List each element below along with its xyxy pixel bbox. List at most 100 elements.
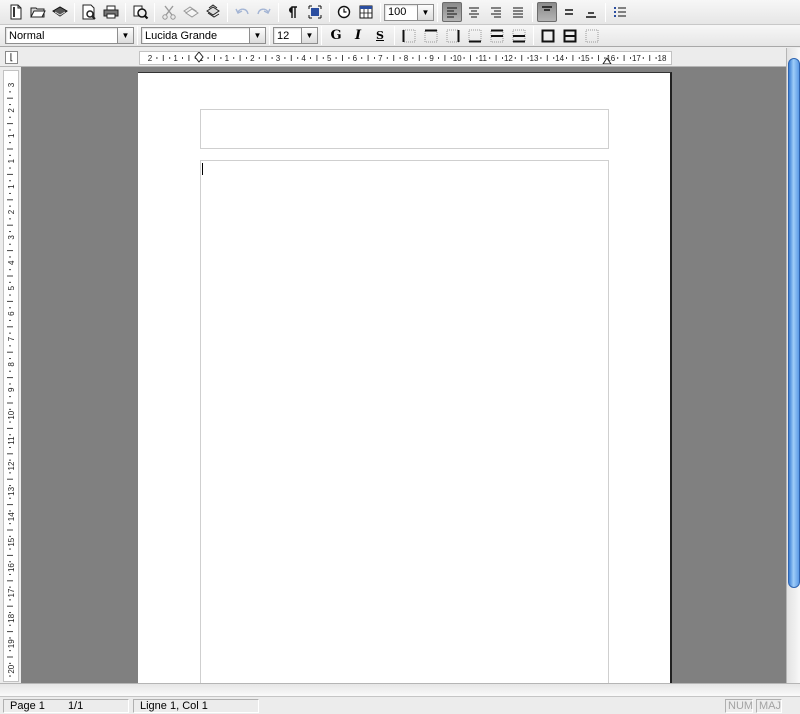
ruler-tick	[7, 199, 13, 201]
align-left-icon[interactable]	[442, 2, 462, 22]
zoom-select[interactable]: 100 ▼	[384, 3, 434, 21]
border-inner-icon[interactable]	[509, 26, 529, 46]
border-all-icon[interactable]	[560, 26, 580, 46]
border-left-icon[interactable]	[399, 26, 419, 46]
ruler-label: 15	[581, 54, 590, 63]
redo-icon[interactable]	[254, 2, 274, 22]
toolbar-separator	[437, 2, 438, 22]
ruler-label: 5	[327, 54, 332, 63]
ruler-label: 9	[429, 54, 434, 63]
ruler-tick	[566, 57, 567, 59]
ruler-tick	[9, 434, 11, 436]
paste-icon[interactable]	[203, 2, 223, 22]
ruler-tick	[9, 370, 11, 372]
new-document-icon[interactable]	[6, 2, 26, 22]
ruler-tick	[598, 55, 599, 61]
horizontal-ruler[interactable]: 211123456789101112131415161718	[139, 51, 672, 65]
ruler-tick	[9, 294, 11, 296]
ruler-label: 5	[7, 285, 16, 290]
italic-button[interactable]: I	[348, 26, 368, 46]
ruler-tick	[9, 91, 11, 93]
ruler-tick	[9, 599, 11, 601]
tab-stop-selector[interactable]: ⌊	[5, 51, 18, 64]
font-family-select[interactable]: Lucida Grande ▼	[141, 27, 266, 44]
ruler-label: 13	[7, 486, 16, 495]
toolbar-separator	[137, 26, 138, 45]
ruler-tick	[617, 57, 619, 59]
find-replace-icon[interactable]	[130, 2, 150, 22]
ruler-label: 4	[7, 260, 16, 265]
ruler-tick	[316, 55, 318, 61]
paragraph-style-select[interactable]: Normal ▼	[5, 27, 134, 44]
status-bar: Page 1 1/1 Ligne 1, Col 1 NUM MAJ	[0, 696, 800, 714]
undo-icon[interactable]	[232, 2, 252, 22]
toolbar-separator	[321, 26, 322, 45]
open-folder-icon[interactable]	[28, 2, 48, 22]
ruler-tick	[188, 55, 190, 61]
page-body-frame[interactable]	[200, 160, 609, 683]
bold-button[interactable]: G	[326, 26, 346, 46]
vertical-align-bottom-icon[interactable]	[581, 2, 601, 22]
chevron-down-icon[interactable]: ▼	[249, 28, 265, 43]
print-preview-icon[interactable]	[79, 2, 99, 22]
border-none-icon[interactable]	[582, 26, 602, 46]
pilcrow-icon[interactable]	[283, 2, 303, 22]
ruler-tick	[246, 57, 247, 59]
chevron-down-icon[interactable]: ▼	[301, 28, 317, 43]
vertical-scroll-thumb[interactable]	[788, 58, 800, 588]
ruler-tick	[207, 57, 209, 59]
ruler-label: 2	[250, 54, 255, 63]
save-disk-icon[interactable]	[50, 2, 70, 22]
horizontal-scrollbar[interactable]	[0, 683, 800, 696]
ruler-tick	[463, 57, 465, 59]
vertical-scrollbar[interactable]	[786, 48, 800, 683]
align-justify-icon[interactable]	[508, 2, 528, 22]
vertical-align-middle-icon[interactable]	[559, 2, 579, 22]
border-outline-icon[interactable]	[538, 26, 558, 46]
ruler-label: 3	[7, 235, 16, 240]
chevron-down-icon[interactable]: ▼	[117, 28, 133, 43]
ruler-tick	[7, 148, 13, 150]
border-horizontal-icon[interactable]	[487, 26, 507, 46]
ruler-label: 11	[479, 54, 488, 63]
align-right-icon[interactable]	[486, 2, 506, 22]
page-header-frame[interactable]	[200, 109, 609, 149]
ruler-tick	[290, 55, 292, 61]
print-icon[interactable]	[101, 2, 121, 22]
font-size-select[interactable]: 12 ▼	[273, 27, 318, 44]
vertical-align-top-icon[interactable]	[537, 2, 557, 22]
document-page[interactable]	[138, 72, 672, 683]
ruler-tick	[7, 580, 13, 582]
toolbar-separator	[533, 26, 534, 45]
ruler-tick	[9, 345, 11, 347]
ruler-tick	[9, 510, 11, 512]
ruler-tick	[470, 55, 471, 61]
horizontal-ruler-bar: ⌊ 211123456789101112131415161718	[0, 48, 800, 67]
ruler-tick	[630, 57, 631, 59]
border-bottom-icon[interactable]	[465, 26, 485, 46]
fit-page-icon[interactable]	[305, 2, 325, 22]
cut-icon[interactable]	[159, 2, 179, 22]
underline-button[interactable]: S	[370, 26, 390, 46]
copy-icon[interactable]	[181, 2, 201, 22]
bullet-list-icon[interactable]	[610, 2, 630, 22]
chevron-down-icon[interactable]: ▼	[417, 4, 433, 20]
border-right-icon[interactable]	[443, 26, 463, 46]
bold-label: G	[330, 28, 342, 43]
ruler-tick	[495, 55, 497, 61]
clock-icon[interactable]	[334, 2, 354, 22]
ruler-label: 1	[7, 133, 16, 138]
ruler-tick	[425, 57, 427, 59]
ruler-tick	[7, 326, 13, 328]
ruler-tick	[9, 231, 11, 233]
vertical-ruler[interactable]: 3 2 1 1 1 2 3 4 5 6 7 8 9 10 11 12 13 14 15 16 17 18 19 20	[3, 70, 19, 682]
calendar-table-icon[interactable]	[356, 2, 376, 22]
align-center-icon[interactable]	[464, 2, 484, 22]
status-position: Ligne 1, Col 1	[140, 700, 208, 712]
border-top-icon[interactable]	[421, 26, 441, 46]
ruler-tick	[7, 453, 13, 455]
vertical-ruler-scale: 32111234567891011121314151617181920	[7, 82, 16, 677]
ruler-label: 13	[530, 54, 539, 63]
ruler-label: 2	[148, 54, 153, 63]
ruler-tick	[7, 605, 13, 607]
